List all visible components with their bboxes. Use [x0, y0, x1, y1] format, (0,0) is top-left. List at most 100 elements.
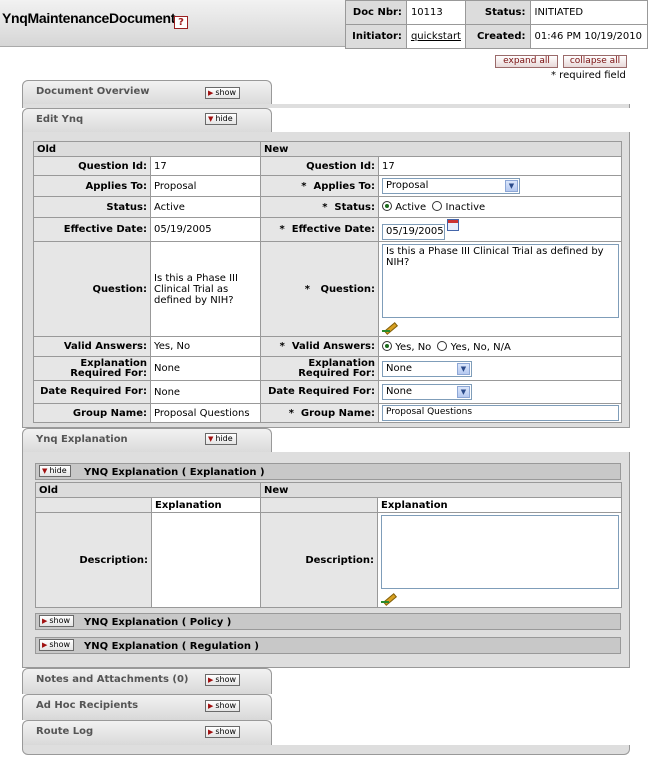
explanation-required-selected: None [386, 362, 413, 374]
old-group-name-value: Proposal Questions [150, 403, 261, 423]
required-mark: * [301, 180, 307, 192]
edit-ynq-table: Old New Question Id: 17 Question Id: 17 … [33, 141, 623, 423]
explanation-required-select[interactable]: None ▼ [382, 360, 472, 377]
new-column-header: New [259, 141, 623, 157]
new-explanation-col-header: Explanation [376, 497, 623, 513]
triangle-right-icon: ▶ [42, 617, 48, 625]
valid-yes-no-label: Yes, No [395, 341, 432, 353]
notes-show-button[interactable]: ▶ show [205, 674, 241, 686]
tab-route-log-title: Route Log [36, 726, 94, 737]
new-effective-date-label: * Effective Date: [260, 217, 379, 242]
old-valid-answers-value: Yes, No [150, 336, 261, 357]
required-mark: * [279, 224, 285, 235]
old-applies-to-label: Applies To: [33, 175, 151, 197]
old-question-label: Question: [33, 241, 151, 337]
old-group-name-label: Group Name: [33, 403, 151, 423]
status-label: Status: [464, 0, 531, 25]
tab-route-log: Route Log ▶ show [22, 720, 630, 746]
triangle-right-icon: ▶ [208, 676, 214, 684]
document-overview-show-button[interactable]: ▶ show [205, 87, 241, 99]
old-column-header: Old [35, 482, 261, 498]
label-text: Group Name: [300, 407, 375, 419]
edit-ynq-hide-button[interactable]: ▼ hide [205, 113, 237, 125]
triangle-right-icon: ▶ [208, 728, 214, 736]
doc-nbr-value: 10113 [405, 0, 466, 25]
pencil-edit-icon[interactable] [382, 320, 396, 332]
new-date-required-label: Date Required For: [260, 380, 379, 404]
old-question-id-label: Question Id: [33, 156, 151, 176]
policy-subsection-title: YNQ Explanation ( Policy ) [84, 617, 232, 628]
old-explanation-required-value: None [150, 356, 261, 381]
old-date-required-label: Date Required For: [33, 380, 151, 404]
new-applies-to-label: * Applies To: [260, 175, 379, 197]
initiator-link[interactable]: quickstart [411, 31, 461, 42]
question-textarea[interactable]: Is this a Phase III Clinical Trial as de… [382, 244, 619, 318]
explanation-subsection-title: YNQ Explanation ( Explanation ) [84, 467, 265, 478]
required-mark: * [304, 283, 310, 295]
toggle-label: hide [215, 434, 233, 443]
new-question-id-label: Question Id: [260, 156, 379, 176]
ynq-explanation-policy-header: ▶ show YNQ Explanation ( Policy ) [35, 613, 621, 630]
ynq-explanation-explanation-header: ▼ hide YNQ Explanation ( Explanation ) [35, 463, 621, 480]
effective-date-input[interactable]: 05/19/2005 [382, 224, 445, 240]
toggle-label: show [215, 727, 237, 736]
document-title: YnqMaintenanceDocument [2, 10, 176, 26]
tab-ynq-explanation: Ynq Explanation ▼ hide [22, 428, 630, 454]
valid-yes-no-radio[interactable] [382, 340, 392, 351]
panel-bottom-edge [22, 745, 630, 755]
regulation-show-button[interactable]: ▶ show [39, 639, 75, 651]
old-question-value: Is this a Phase III Clinical Trial as de… [150, 241, 261, 337]
new-description-label: Description: [260, 512, 378, 608]
tab-ad-hoc-recipients: Ad Hoc Recipients ▶ show [22, 694, 630, 720]
valid-yes-no-na-radio[interactable] [437, 340, 448, 351]
explanation-hide-button[interactable]: ▼ hide [39, 465, 71, 477]
new-valid-answers-label: * Valid Answers: [260, 336, 379, 357]
label-text: Effective Date: [291, 224, 375, 235]
triangle-right-icon: ▶ [208, 89, 214, 97]
applies-to-select[interactable]: Proposal ▼ [382, 178, 520, 194]
regulation-subsection-title: YNQ Explanation ( Regulation ) [84, 641, 259, 652]
new-question-id-value: 17 [377, 156, 623, 176]
date-required-select[interactable]: None ▼ [382, 384, 472, 400]
description-textarea[interactable] [381, 515, 619, 589]
doc-nbr-label: Doc Nbr: [345, 0, 407, 25]
help-icon[interactable]: ? [174, 16, 188, 29]
group-name-input[interactable]: Proposal Questions [382, 405, 619, 421]
status-inactive-radio[interactable] [432, 201, 443, 211]
pencil-edit-icon[interactable] [381, 591, 395, 603]
created-label: Created: [464, 24, 531, 49]
ynq-explanation-regulation-header: ▶ show YNQ Explanation ( Regulation ) [35, 637, 621, 654]
old-explanation-required-label: Explanation Required For: [33, 356, 151, 381]
status-active-radio[interactable] [382, 201, 392, 211]
edit-ynq-panel: Old New Question Id: 17 Question Id: 17 … [22, 132, 630, 428]
chevron-down-icon: ▼ [457, 362, 470, 375]
date-required-selected: None [386, 386, 413, 397]
old-status-value: Active [150, 196, 261, 218]
old-question-id-value: 17 [150, 156, 261, 176]
collapse-all-button[interactable]: collapse all [563, 55, 627, 68]
tab-notes-attachments: Notes and Attachments (0) ▶ show [22, 668, 630, 694]
tab-document-overview: Document Overview ▶ show [22, 80, 630, 106]
label-text: Valid Answers: [291, 341, 375, 352]
toggle-label: show [215, 701, 237, 710]
old-description-value [151, 512, 261, 608]
ynq-explanation-hide-button[interactable]: ▼ hide [205, 433, 237, 445]
document-info-table: Doc Nbr: 10113 Status: INITIATED Initiat… [345, 0, 648, 49]
toggle-label: show [215, 88, 237, 97]
policy-show-button[interactable]: ▶ show [39, 615, 75, 627]
expand-all-button[interactable]: expand all [495, 55, 558, 68]
required-mark: * [322, 201, 328, 213]
new-question-label: * Question: [260, 241, 379, 337]
triangle-down-icon: ▼ [208, 435, 214, 443]
document-header: YnqMaintenanceDocument ? Doc Nbr: 10113 … [0, 0, 648, 49]
route-log-show-button[interactable]: ▶ show [205, 726, 241, 738]
old-explanation-col-header: Explanation [151, 497, 261, 513]
calendar-icon[interactable] [447, 219, 459, 231]
triangle-down-icon: ▼ [42, 467, 48, 475]
old-effective-date-label: Effective Date: [33, 217, 151, 242]
status-value: INITIATED [529, 0, 648, 25]
adhoc-show-button[interactable]: ▶ show [205, 700, 241, 712]
toggle-label: hide [49, 466, 67, 475]
tab-document-overview-title: Document Overview [36, 86, 150, 97]
ynq-explanation-panel: ▼ hide YNQ Explanation ( Explanation ) Ol… [22, 452, 630, 668]
